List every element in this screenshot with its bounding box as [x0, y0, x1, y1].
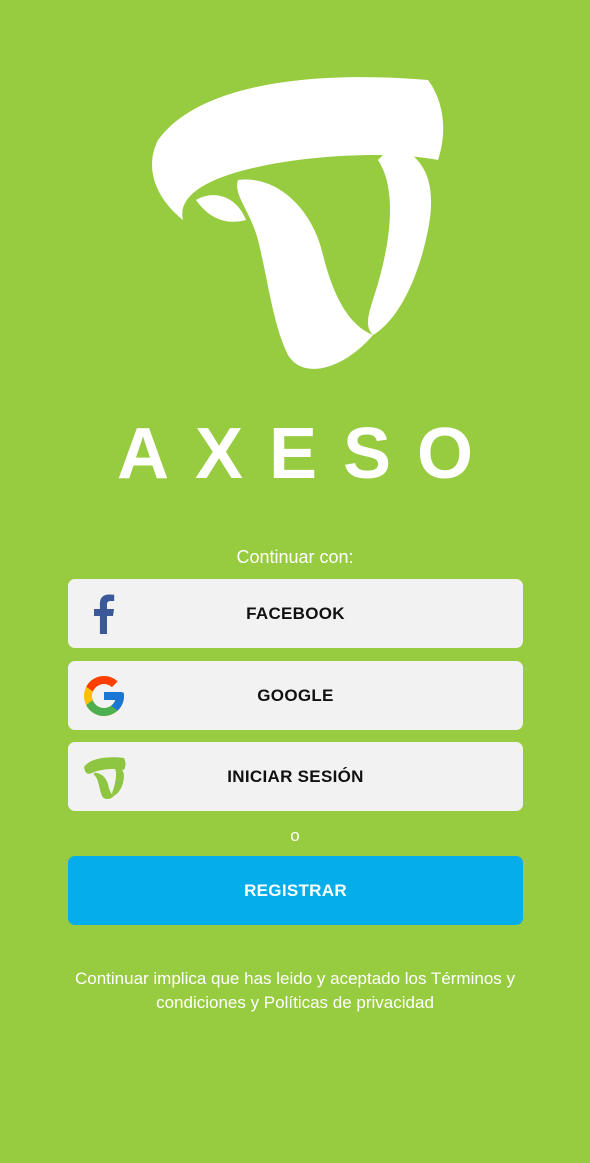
or-separator: o — [290, 826, 300, 845]
login-label: INICIAR SESIÓN — [227, 767, 364, 786]
register-button[interactable]: REGISTRAR — [68, 856, 523, 925]
google-login-label: GOOGLE — [257, 686, 334, 705]
continue-with-label: Continuar con: — [236, 547, 354, 567]
facebook-login-button[interactable]: FACEBOOK — [68, 579, 523, 648]
axeso-logo-icon — [152, 77, 444, 369]
brand-name: AXESO — [116, 414, 500, 494]
google-login-button[interactable]: GOOGLE — [68, 661, 523, 730]
facebook-login-label: FACEBOOK — [246, 604, 345, 623]
terms-text[interactable]: Continuar implica que has leido y acepta… — [45, 967, 545, 1015]
login-button[interactable]: INICIAR SESIÓN — [68, 742, 523, 811]
